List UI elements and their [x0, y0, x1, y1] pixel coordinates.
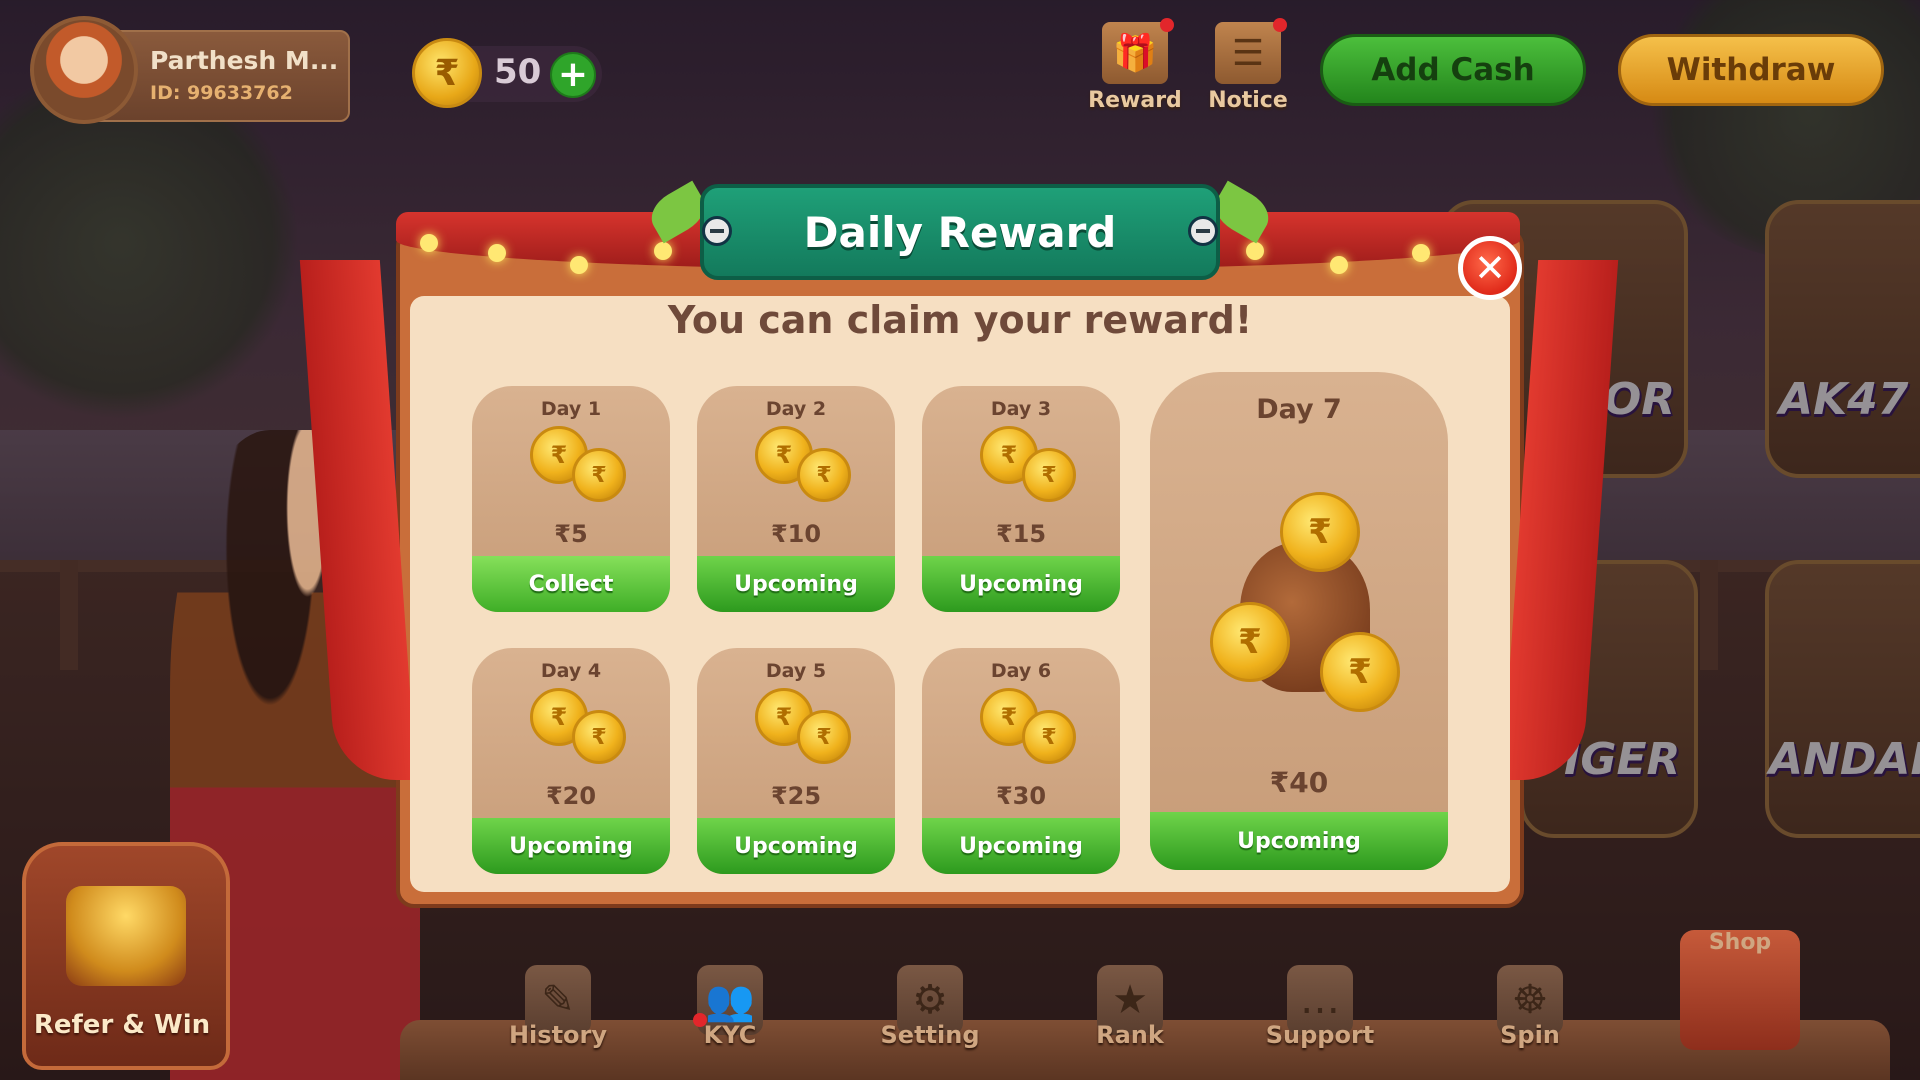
reward-day-label: Day 7: [1256, 394, 1342, 425]
nav-rank[interactable]: ★ Rank: [1050, 965, 1210, 1049]
reward-day-label: Day 5: [765, 660, 827, 682]
profile-card[interactable]: Parthesh M... ID: 99633762: [30, 16, 350, 124]
close-icon[interactable]: ✕: [1458, 236, 1522, 300]
nav-spin[interactable]: ☸ Spin: [1450, 965, 1610, 1049]
rupee-coin-icon: ₹: [572, 710, 626, 764]
notice-button[interactable]: ☰ Notice: [1198, 18, 1298, 113]
balance-display: ₹ 50 +: [412, 38, 602, 108]
plus-icon[interactable]: +: [550, 52, 596, 98]
nav-kyc-label: KYC: [703, 1021, 757, 1049]
reward-amount: ₹25: [770, 782, 822, 810]
banner-knob-right: [1188, 216, 1218, 246]
reward-amount: ₹30: [995, 782, 1047, 810]
banner-knob-left: [702, 216, 732, 246]
rupee-coin-icon: ₹: [1022, 448, 1076, 502]
reward-upcoming-button[interactable]: Upcoming: [922, 818, 1120, 874]
notification-dot: [1160, 18, 1174, 32]
balance-amount: 50: [494, 52, 542, 92]
rupee-coin-icon: ₹: [797, 448, 851, 502]
reward-button[interactable]: 🎁 Reward: [1085, 18, 1185, 113]
reward-card-day-7[interactable]: Day 7 ₹ ₹ ₹ ₹40 Upcoming: [1150, 372, 1448, 870]
reward-day-label: Day 2: [765, 398, 827, 420]
withdraw-button[interactable]: Withdraw: [1618, 34, 1884, 106]
player-name: Parthesh M...: [150, 46, 339, 75]
coin-stack-icon: ₹ ₹: [972, 688, 1082, 778]
rupee-coin-icon: ₹: [1022, 710, 1076, 764]
coin-stack-icon: ₹ ₹: [522, 688, 632, 778]
notification-dot: [1273, 18, 1287, 32]
reward-upcoming-button[interactable]: Upcoming: [1150, 812, 1448, 870]
reward-amount: ₹5: [554, 520, 588, 548]
rupee-coin-icon: ₹: [1210, 602, 1290, 682]
rupee-coin-icon: ₹: [412, 38, 482, 108]
avatar[interactable]: [30, 16, 138, 124]
nav-shop-label: Shop: [1708, 930, 1772, 955]
coin-stack-icon: ₹ ₹: [522, 426, 632, 516]
reward-collect-button[interactable]: Collect: [472, 556, 670, 612]
add-cash-button[interactable]: Add Cash: [1320, 34, 1586, 106]
reward-day-label: Day 3: [990, 398, 1052, 420]
nav-support-label: Support: [1265, 1021, 1375, 1049]
reward-card-day-2[interactable]: Day 2 ₹ ₹ ₹10 Upcoming: [697, 372, 895, 612]
popup-subtitle: You can claim your reward!: [667, 298, 1253, 342]
reward-upcoming-button[interactable]: Upcoming: [472, 818, 670, 874]
rupee-coin-icon: ₹: [572, 448, 626, 502]
player-id: ID: 99633762: [150, 82, 293, 104]
reward-day-label: Day 1: [540, 398, 602, 420]
nav-support[interactable]: … Support: [1240, 965, 1400, 1049]
rupee-coin-icon: ₹: [797, 710, 851, 764]
nav-history[interactable]: ✎ History: [478, 965, 638, 1049]
popup-title: Daily Reward: [700, 184, 1220, 280]
notice-board-icon: ☰: [1215, 18, 1287, 84]
treasure-chest-icon: [66, 886, 186, 986]
reward-day-label: Day 6: [990, 660, 1052, 682]
reward-card-day-5[interactable]: Day 5 ₹ ₹ ₹25 Upcoming: [697, 634, 895, 874]
nav-rank-label: Rank: [1096, 1021, 1164, 1049]
reward-upcoming-button[interactable]: Upcoming: [697, 818, 895, 874]
reward-amount: ₹15: [995, 520, 1047, 548]
notice-label: Notice: [1208, 88, 1288, 113]
coin-stack-icon: ₹ ₹: [972, 426, 1082, 516]
rupee-coin-icon: ₹: [1280, 492, 1360, 572]
reward-upcoming-button[interactable]: Upcoming: [922, 556, 1120, 612]
nav-spin-label: Spin: [1500, 1021, 1560, 1049]
reward-card-day-6[interactable]: Day 6 ₹ ₹ ₹30 Upcoming: [922, 634, 1120, 874]
reward-card-day-1[interactable]: Day 1 ₹ ₹ ₹5 Collect: [472, 372, 670, 612]
coin-stack-icon: ₹ ₹: [747, 426, 857, 516]
nav-kyc[interactable]: 👥 KYC: [650, 965, 810, 1049]
gift-icon: 🎁: [1102, 18, 1174, 84]
reward-amount: ₹40: [1269, 766, 1329, 799]
reward-card-day-4[interactable]: Day 4 ₹ ₹ ₹20 Upcoming: [472, 634, 670, 874]
reward-label: Reward: [1088, 88, 1182, 113]
nav-setting-label: Setting: [880, 1021, 980, 1049]
nav-setting[interactable]: ⚙ Setting: [850, 965, 1010, 1049]
nav-history-label: History: [508, 1021, 608, 1049]
refer-and-win-label: Refer & Win: [33, 1010, 211, 1040]
coin-stack-icon: ₹ ₹: [747, 688, 857, 778]
reward-upcoming-button[interactable]: Upcoming: [697, 556, 895, 612]
reward-amount: ₹10: [770, 520, 822, 548]
reward-amount: ₹20: [545, 782, 597, 810]
reward-card-day-3[interactable]: Day 3 ₹ ₹ ₹15 Upcoming: [922, 372, 1120, 612]
rupee-coin-icon: ₹: [1320, 632, 1400, 712]
reward-day-label: Day 4: [540, 660, 602, 682]
